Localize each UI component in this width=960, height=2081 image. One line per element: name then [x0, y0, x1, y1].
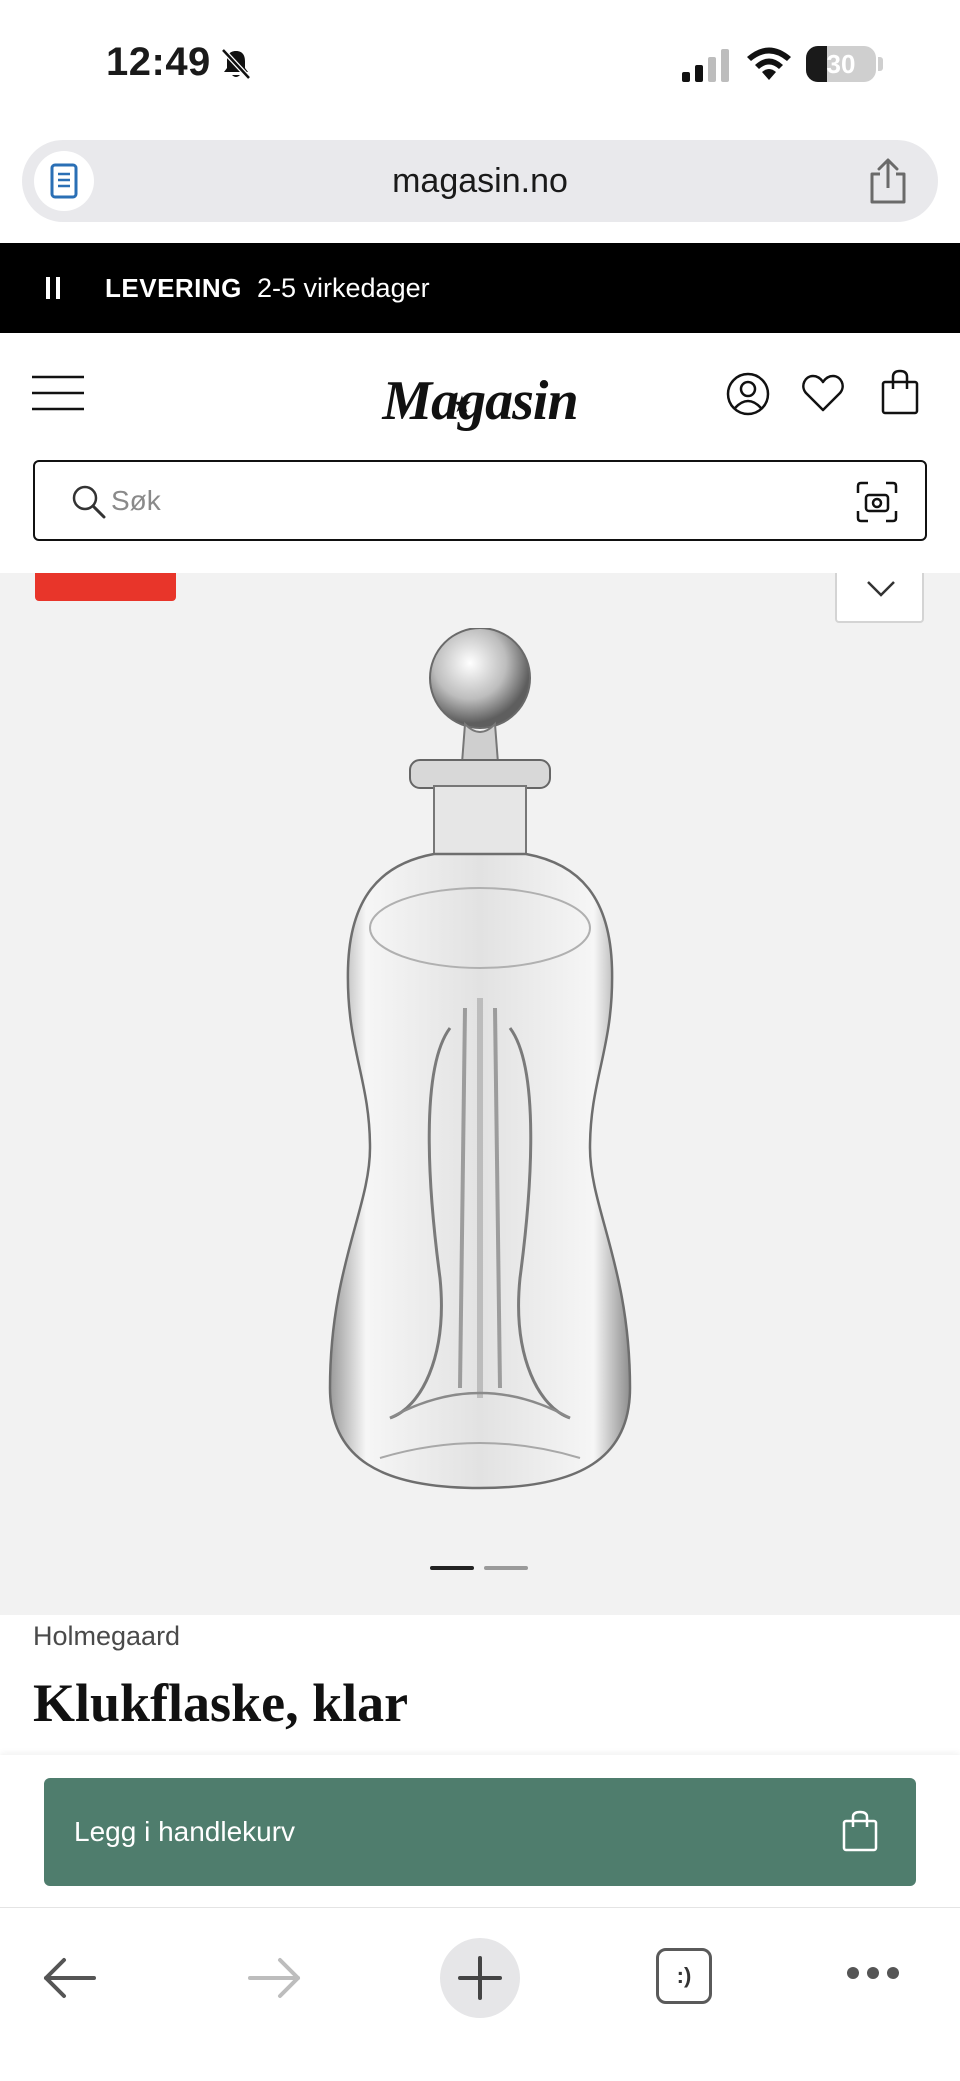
status-bar: 12:49 30: [0, 0, 960, 130]
gallery-dot-2[interactable]: [484, 1566, 528, 1570]
new-tab-button[interactable]: [440, 1938, 520, 2018]
share-icon[interactable]: [866, 158, 910, 204]
gallery-dot-1[interactable]: [430, 1566, 474, 1570]
product-badge: [35, 573, 176, 601]
browser-toolbar: :): [0, 1907, 960, 2081]
account-icon[interactable]: [726, 372, 770, 416]
address-bar[interactable]: magasin.no: [22, 140, 938, 222]
reader-icon[interactable]: [34, 151, 94, 211]
site-logo[interactable]: Magasin ★: [380, 361, 580, 441]
product-image[interactable]: [310, 628, 650, 1528]
delivery-banner: LEVERING 2-5 virkedager: [0, 243, 960, 333]
add-to-cart-button[interactable]: Legg i handlekurv: [44, 1778, 916, 1886]
site-header: Magasin ★: [0, 333, 960, 573]
status-time: 12:49: [106, 40, 211, 84]
chevron-down-icon: [867, 581, 895, 597]
battery-tip: [878, 57, 883, 71]
banner-value: 2-5 virkedager: [257, 273, 430, 303]
pause-icon[interactable]: [46, 277, 60, 299]
tabs-button[interactable]: :): [656, 1948, 712, 2004]
logo-text: Magasin: [382, 370, 578, 432]
url-text[interactable]: magasin.no: [22, 140, 938, 222]
search-input[interactable]: [111, 474, 811, 528]
bell-slash-icon: [221, 48, 251, 80]
gallery-pagination[interactable]: [430, 1566, 530, 1572]
forward-arrow-icon[interactable]: [246, 1956, 302, 2000]
more-icon[interactable]: [846, 1966, 900, 1980]
logo-star-icon: ★: [453, 394, 471, 416]
plus-icon: [458, 1956, 502, 2000]
camera-scan-icon[interactable]: [855, 480, 899, 524]
search-icon: [72, 485, 106, 519]
add-to-cart-bar: Legg i handlekurv: [0, 1755, 960, 1907]
back-arrow-icon[interactable]: [42, 1956, 98, 2000]
shopping-bag-icon[interactable]: [880, 369, 920, 415]
product-brand[interactable]: Holmegaard: [33, 1618, 180, 1654]
add-to-cart-label: Legg i handlekurv: [74, 1816, 296, 1847]
signal-icon: [682, 49, 729, 82]
battery-percentage: 30: [826, 49, 856, 79]
product-title: Klukflaske, klar: [33, 1673, 409, 1733]
wifi-icon: [747, 47, 791, 80]
heart-icon[interactable]: [801, 373, 845, 413]
banner-label: LEVERING: [105, 273, 242, 303]
shopping-bag-icon: [842, 1810, 878, 1852]
battery-icon: 30: [806, 46, 876, 82]
product-gallery[interactable]: [0, 573, 960, 1615]
search-box[interactable]: [33, 460, 927, 541]
menu-icon[interactable]: [32, 373, 84, 413]
favorite-toggle-button[interactable]: [835, 573, 924, 623]
